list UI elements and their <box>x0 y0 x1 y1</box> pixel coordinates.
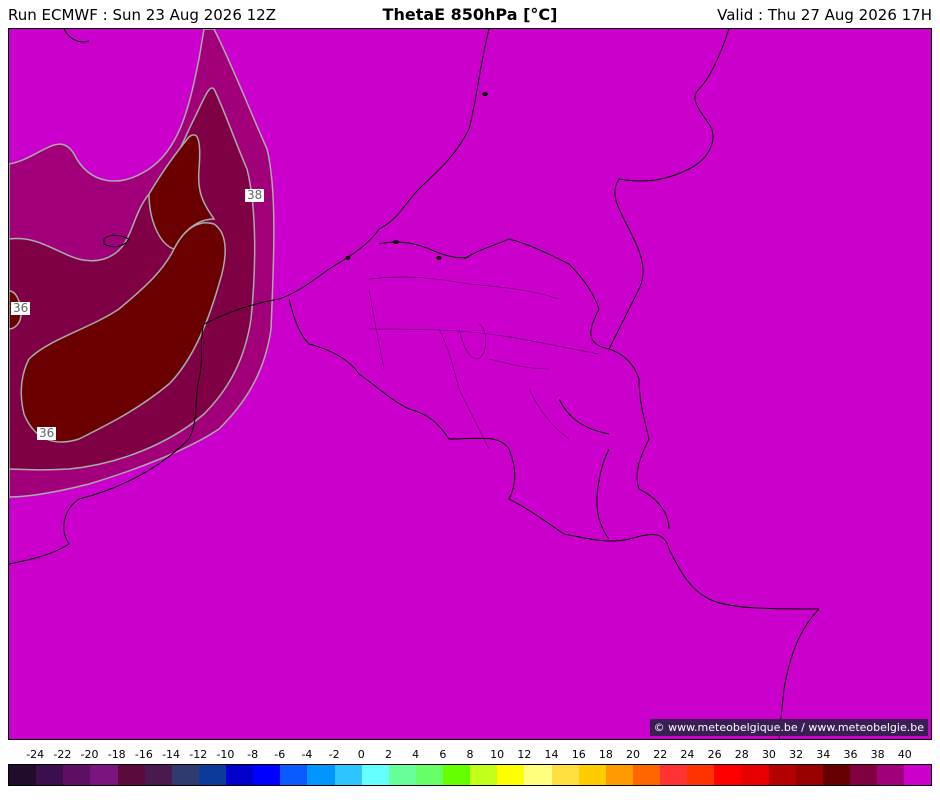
copyright-label: © www.meteobelgique.be / www.meteobelgie… <box>649 719 928 736</box>
legend-color-cell <box>415 765 443 785</box>
legend-tick-label: 4 <box>412 748 420 761</box>
legend-tick-label: -12 <box>189 748 208 761</box>
legend-tick-label: 20 <box>626 748 641 761</box>
legend-tick-label: 22 <box>653 748 668 761</box>
legend-color-cell <box>714 765 742 785</box>
legend-tick-label: -14 <box>162 748 181 761</box>
legend-color-cell <box>578 765 606 785</box>
map-svg <box>9 29 931 739</box>
legend-tick-label: 16 <box>571 748 586 761</box>
legend-tick-label: 6 <box>439 748 447 761</box>
legend-tick-label: 40 <box>897 748 912 761</box>
legend-color-cell <box>524 765 552 785</box>
color-scale-legend: -24 -22 -20 -18 -16 -14 -12 -10 -8 -6 -4 -2 0 2 4 6 8 10 1… <box>8 742 932 788</box>
legend-color-cell <box>660 765 688 785</box>
legend-color-cell <box>849 765 877 785</box>
legend-color-cell <box>768 765 796 785</box>
legend-tick-label: 38 <box>870 748 885 761</box>
legend-tick-label: -8 <box>247 748 259 761</box>
contour-label-36-west: 36 <box>11 301 31 315</box>
legend-tick-label: -24 <box>26 748 45 761</box>
legend-color-cell <box>171 765 199 785</box>
map-panel[interactable]: 38 36 36 © www.meteobelgique.be / www.me… <box>8 28 932 740</box>
legend-tick-label: 0 <box>357 748 365 761</box>
legend-color-cell <box>198 765 226 785</box>
legend-color-cell <box>226 765 254 785</box>
legend-color-cell <box>551 765 579 785</box>
legend-tick-label: 12 <box>517 748 532 761</box>
legend-tick-label: 34 <box>816 748 831 761</box>
legend-color-cell <box>334 765 362 785</box>
legend-tick-label: -22 <box>53 748 72 761</box>
legend-color-cell <box>822 765 850 785</box>
legend-tick-label: 26 <box>707 748 722 761</box>
legend-tick-label: 30 <box>761 748 776 761</box>
legend-color-cell <box>443 765 471 785</box>
legend-tick-label: -10 <box>216 748 235 761</box>
legend-color-cell <box>253 765 281 785</box>
legend-tick-label: 8 <box>466 748 474 761</box>
legend-color-bar <box>8 764 932 786</box>
legend-tick-label: 28 <box>734 748 749 761</box>
legend-color-cell <box>144 765 172 785</box>
legend-color-cell <box>361 765 389 785</box>
legend-tick-label: -2 <box>328 748 340 761</box>
legend-color-cell <box>605 765 633 785</box>
legend-color-cell <box>904 765 932 785</box>
legend-tick-label: 24 <box>680 748 695 761</box>
legend-color-cell <box>687 765 715 785</box>
legend-tick-label: 36 <box>843 748 858 761</box>
legend-tick-label: -6 <box>274 748 286 761</box>
legend-tick-label: 2 <box>384 748 392 761</box>
legend-tick-label: 14 <box>544 748 559 761</box>
legend-tick-label: -16 <box>134 748 153 761</box>
legend-color-cell <box>795 765 823 785</box>
legend-color-cell <box>63 765 91 785</box>
legend-tick-label: -20 <box>80 748 99 761</box>
legend-color-cell <box>741 765 769 785</box>
legend-color-cell <box>9 765 37 785</box>
contour-label-38: 38 <box>245 188 265 202</box>
legend-color-cell <box>877 765 905 785</box>
legend-color-cell <box>632 765 660 785</box>
legend-color-cell <box>280 765 308 785</box>
legend-tick-label: -4 <box>301 748 313 761</box>
legend-color-cell <box>497 765 525 785</box>
legend-color-cell <box>307 765 335 785</box>
legend-color-cell <box>388 765 416 785</box>
valid-time-label: Valid : Thu 27 Aug 2026 17H <box>717 6 932 24</box>
legend-color-cell <box>117 765 145 785</box>
legend-color-cell <box>90 765 118 785</box>
legend-tick-label: 18 <box>598 748 613 761</box>
contour-label-36-south: 36 <box>37 426 57 440</box>
legend-tick-label: 10 <box>490 748 505 761</box>
legend-tick-label: -18 <box>107 748 126 761</box>
legend-color-cell <box>470 765 498 785</box>
legend-tick-label: 32 <box>789 748 804 761</box>
legend-color-cell <box>36 765 64 785</box>
